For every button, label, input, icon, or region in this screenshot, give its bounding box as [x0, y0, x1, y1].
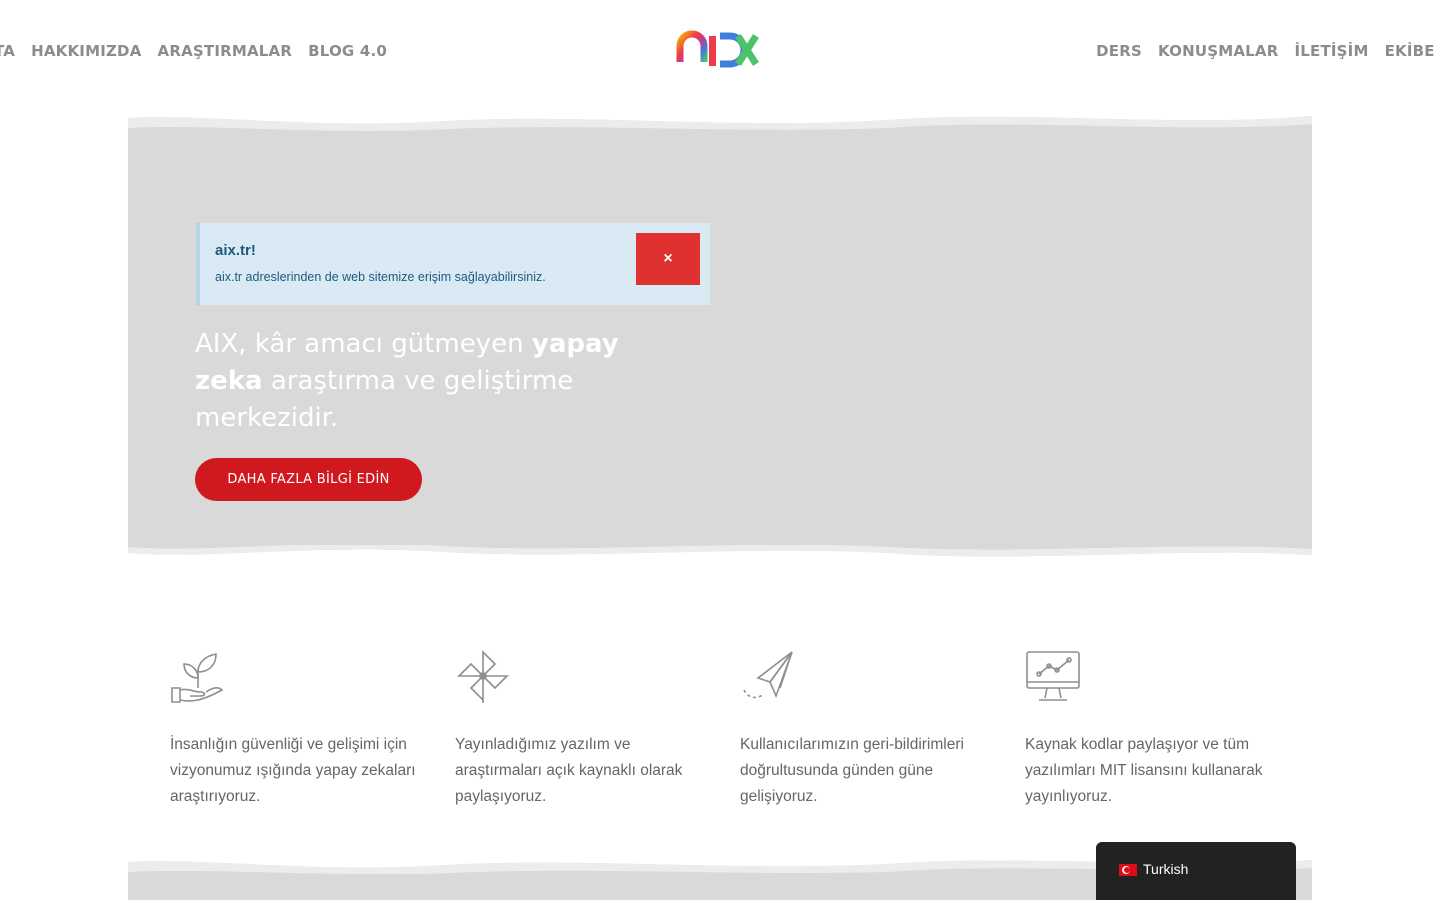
feature-text: İnsanlığın güvenliği ve gelişimi için vi… [170, 736, 416, 805]
nav-left-menu: TA HAKKIMIZDA ARAŞTIRMALAR BLOG 4.0 [0, 42, 387, 60]
hero-section: aix.tr! aix.tr adreslerinden de web site… [128, 104, 1312, 571]
hero-bottom-wave [128, 545, 1312, 571]
language-label: Turkish [1143, 861, 1189, 877]
hero-top-wave [128, 104, 1312, 131]
turkey-flag-icon [1119, 864, 1137, 876]
close-alert-button[interactable]: × [636, 233, 700, 285]
nav-right-menu: DERS KONUŞMALAR İLETİŞİM EKİBE K [1096, 42, 1440, 60]
feature-text: Kaynak kodlar paylaşıyor ve tüm yazılıml… [1025, 736, 1263, 805]
nav-item-blog[interactable]: BLOG 4.0 [308, 42, 387, 60]
feature-item: Yayınladığımız yazılım ve araştırmaları … [455, 648, 715, 810]
hero-headline: AIX, kâr amacı gütmeyen yapay zeka araşt… [195, 326, 665, 437]
feature-item: Kullanıcılarımızın geri-bildirimleri doğ… [740, 648, 1000, 810]
paper-plane-icon [743, 651, 793, 699]
feature-text: Kullanıcılarımızın geri-bildirimleri doğ… [740, 736, 964, 805]
top-navigation: TA HAKKIMIZDA ARAŞTIRMALAR BLOG 4.0 DERS… [0, 0, 1440, 104]
nav-item-konusmalar[interactable]: KONUŞMALAR [1158, 42, 1279, 60]
learn-more-button[interactable]: DAHA FAZLA BİLGİ EDİN [195, 458, 422, 501]
nav-item-ta[interactable]: TA [0, 42, 15, 60]
notice-alert: aix.tr! aix.tr adreslerinden de web site… [196, 223, 710, 305]
alert-message: aix.tr adreslerinden de web sitemize eri… [215, 270, 546, 284]
alert-title: aix.tr! [215, 242, 256, 259]
feature-item: Kaynak kodlar paylaşıyor ve tüm yazılıml… [1025, 648, 1285, 810]
monitor-chart-icon [1026, 651, 1080, 701]
nav-item-arastirmalar[interactable]: ARAŞTIRMALAR [158, 42, 293, 60]
nav-item-iletisim[interactable]: İLETİŞİM [1294, 42, 1368, 60]
plant-hand-icon [171, 653, 224, 703]
pinwheel-icon [457, 650, 509, 703]
nav-item-ekibe[interactable]: EKİBE K [1385, 42, 1440, 60]
nav-item-hakkimizda[interactable]: HAKKIMIZDA [31, 42, 141, 60]
nav-item-ders[interactable]: DERS [1096, 42, 1142, 60]
aix-logo-icon[interactable] [676, 30, 760, 70]
headline-text-1: AIX, kâr amacı gütmeyen [195, 329, 532, 359]
feature-text: Yayınladığımız yazılım ve araştırmaları … [455, 736, 683, 805]
feature-item: İnsanlığın güvenliği ve gelişimi için vi… [170, 648, 430, 810]
language-switcher[interactable]: Turkish [1096, 842, 1296, 900]
